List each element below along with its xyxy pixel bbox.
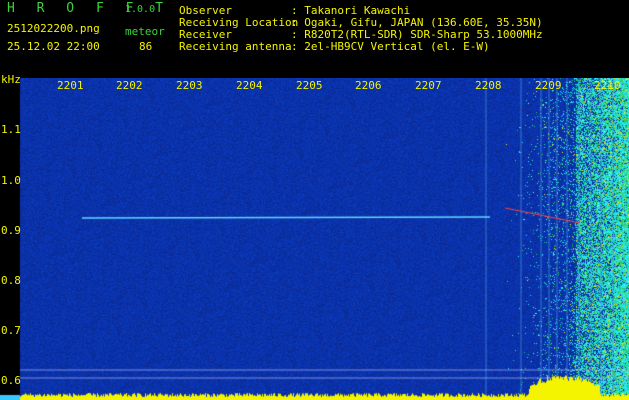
y-tick-0.7: 0.7 [1,324,21,337]
y-tick-1.1: 1.1 [1,123,21,136]
x-tick-2203: 2203 [176,79,203,92]
header-panel: H R O F F T 1.0.0 2512022200.png meteor … [0,0,629,78]
app-version: 1.0.0 [125,4,156,15]
y-tick-0.9: 0.9 [1,224,21,237]
y-tick-1.0: 1.0 [1,174,21,187]
y-unit-label: kHz [1,73,21,86]
file-name: 2512022200.png [7,22,100,35]
y-tick-0.6: 0.6 [1,374,21,387]
x-tick-2210: 2210 [594,79,621,92]
antenna-label: Receiving antenna [179,40,292,53]
meteor-count: 86 [139,40,153,53]
spectrogram-canvas [0,78,629,400]
x-tick-2204: 2204 [236,79,263,92]
x-tick-2207: 2207 [415,79,442,92]
x-tick-2206: 2206 [355,79,382,92]
y-tick-0.8: 0.8 [1,274,21,287]
x-tick-2208: 2208 [475,79,502,92]
x-tick-2202: 2202 [116,79,143,92]
x-tick-2209: 2209 [535,79,562,92]
date-time: 25.12.02 22:00 [7,40,100,53]
count-label: meteor [125,25,165,38]
x-tick-2205: 2205 [296,79,323,92]
x-tick-2201: 2201 [57,79,84,92]
antenna-value: : 2el-HB9CV Vertical (el. E-W) [291,40,490,53]
